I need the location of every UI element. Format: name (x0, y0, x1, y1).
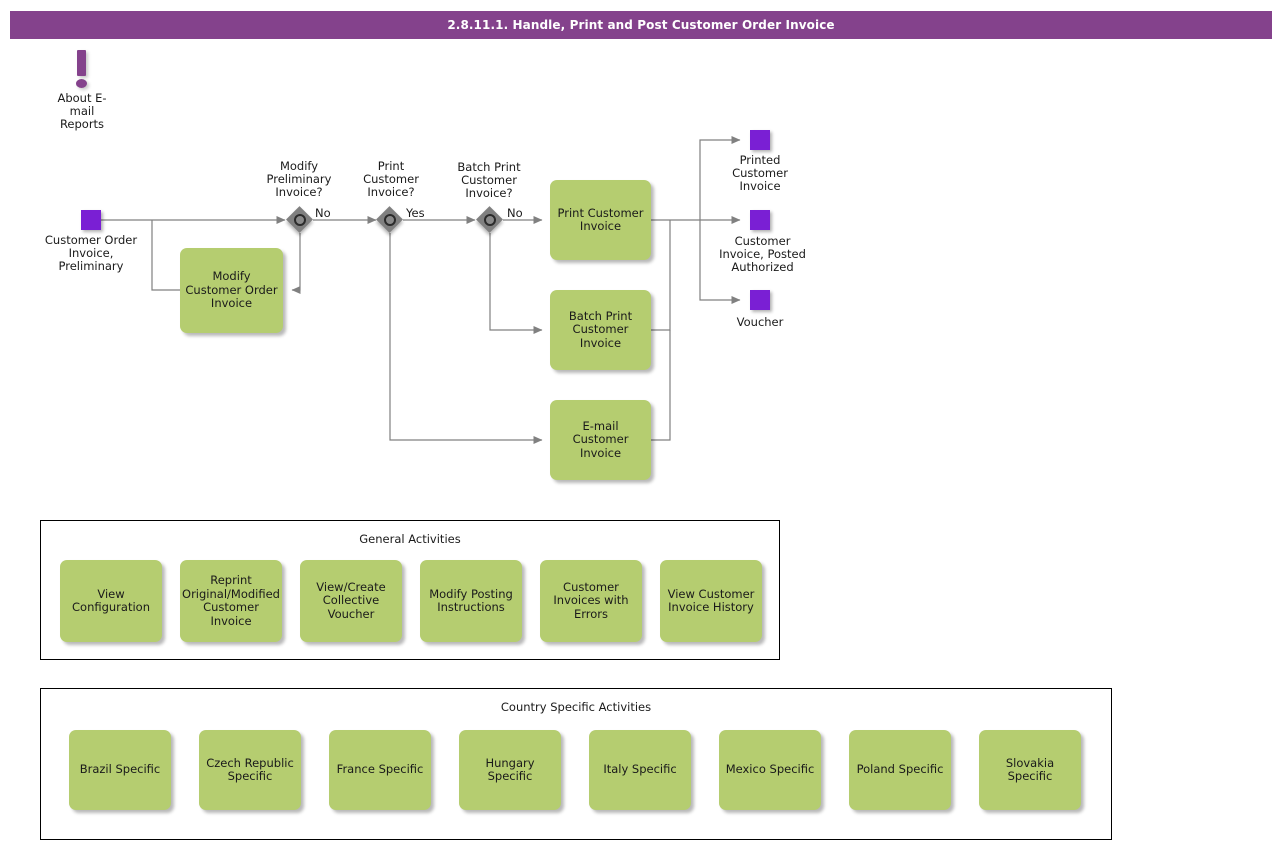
gateway-print-customer-invoice-title: Print Customer Invoice? (363, 159, 419, 199)
gateway-batch-print-customer-invoice[interactable] (476, 206, 503, 233)
general-activity-modify-posting-instructions[interactable]: Modify Posting Instructions (420, 560, 522, 642)
general-activity-customer-invoices-with-errors[interactable]: Customer Invoices with Errors (540, 560, 642, 642)
end-event-printed-customer-invoice-label: Printed Customer Invoice (732, 153, 788, 193)
end-event-customer-invoice-posted-authorized-label: Customer Invoice, Posted Authorized (719, 234, 806, 274)
gateway-print-customer-invoice[interactable] (376, 206, 403, 233)
country-activity-brazil-specific[interactable]: Brazil Specific (69, 730, 171, 810)
page-title: 2.8.11.1. Handle, Print and Post Custome… (10, 11, 1272, 39)
start-event-customer-order-invoice-preliminary[interactable] (81, 210, 101, 230)
general-activity-view-create-collective-voucher[interactable]: View/Create Collective Voucher (300, 560, 402, 642)
country-activity-slovakia-specific[interactable]: Slovakia Specific (979, 730, 1081, 810)
gateway-batch-print-customer-invoice-branch-label: No (507, 206, 523, 220)
gateway-batch-print-customer-invoice-title: Batch Print Customer Invoice? (457, 160, 521, 200)
country-activity-hungary-specific[interactable]: Hungary Specific (459, 730, 561, 810)
country-activity-mexico-specific[interactable]: Mexico Specific (719, 730, 821, 810)
gateway-modify-preliminary-invoice-title: Modify Preliminary Invoice? (266, 159, 332, 199)
end-event-voucher-label: Voucher (736, 315, 784, 329)
gateway-ring-icon (384, 214, 396, 226)
gateway-ring-icon (294, 214, 306, 226)
country-activity-poland-specific[interactable]: Poland Specific (849, 730, 951, 810)
general-activity-view-configuration[interactable]: View Configuration (60, 560, 162, 642)
gateway-modify-preliminary-invoice-branch-label: No (315, 206, 331, 220)
general-activity-reprint-original-modified-customer-invoice[interactable]: Reprint Original/Modified Customer Invoi… (180, 560, 282, 642)
task-modify-customer-order-invoice[interactable]: Modify Customer Order Invoice (180, 248, 283, 333)
exclamation-icon (77, 50, 86, 76)
general-activity-view-customer-invoice-history[interactable]: View Customer Invoice History (660, 560, 762, 642)
end-event-customer-invoice-posted-authorized[interactable] (750, 210, 770, 230)
diagram-canvas: 2.8.11.1. Handle, Print and Post Custome… (0, 0, 1280, 850)
task-batch-print-customer-invoice[interactable]: Batch Print Customer Invoice (550, 290, 651, 370)
country-activity-italy-specific[interactable]: Italy Specific (589, 730, 691, 810)
exclamation-dot-icon (76, 79, 87, 88)
general-activities-title: General Activities (359, 532, 461, 546)
country-activity-czech-republic-specific[interactable]: Czech Republic Specific (199, 730, 301, 810)
start-event-label: Customer Order Invoice, Preliminary (44, 233, 138, 273)
end-event-voucher[interactable] (750, 290, 770, 310)
about-email-reports-label: About E- mail Reports (57, 91, 107, 131)
gateway-print-customer-invoice-branch-label: Yes (406, 206, 425, 220)
task-print-customer-invoice[interactable]: Print Customer Invoice (550, 180, 651, 260)
country-specific-activities-title: Country Specific Activities (500, 700, 652, 714)
end-event-printed-customer-invoice[interactable] (750, 130, 770, 150)
task-email-customer-invoice[interactable]: E-mail Customer Invoice (550, 400, 651, 480)
country-activity-france-specific[interactable]: France Specific (329, 730, 431, 810)
gateway-ring-icon (484, 214, 496, 226)
gateway-modify-preliminary-invoice[interactable] (286, 206, 313, 233)
